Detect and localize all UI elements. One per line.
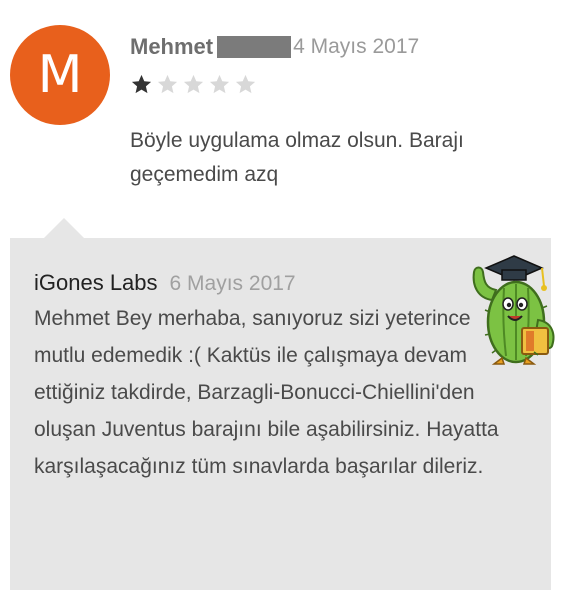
reply-date: 6 Mayıs 2017	[169, 272, 296, 295]
developer-reply: iGones Labs 6 Mayıs 2017 Mehmet Bey merh…	[10, 238, 555, 590]
star-empty-icon	[157, 74, 178, 94]
user-review: M Mehmet 4 Mayıs 2017 Böyle uygulama olm…	[0, 0, 562, 215]
avatar: M	[10, 25, 110, 125]
developer-name: iGones Labs	[34, 270, 158, 295]
star-empty-icon	[235, 74, 256, 94]
star-empty-icon	[183, 74, 204, 94]
reply-pointer	[44, 218, 84, 238]
review-text: Böyle uygulama olmaz olsun. Barajı geçem…	[130, 129, 464, 186]
reply-text: Mehmet Bey merhaba, sanıyoruz sizi yeter…	[34, 307, 499, 478]
review-date: 4 Mayıs 2017	[293, 35, 420, 58]
redacted-surname	[217, 36, 292, 58]
review-author: Mehmet	[130, 34, 214, 59]
cactus-graduate-icon	[472, 255, 555, 365]
reply-meta: iGones Labs 6 Mayıs 2017	[34, 270, 296, 296]
star-rating	[130, 73, 257, 96]
review-meta: Mehmet 4 Mayıs 2017	[130, 34, 419, 60]
star-filled-icon	[131, 74, 152, 94]
avatar-letter: M	[37, 45, 83, 105]
star-empty-icon	[209, 74, 230, 94]
